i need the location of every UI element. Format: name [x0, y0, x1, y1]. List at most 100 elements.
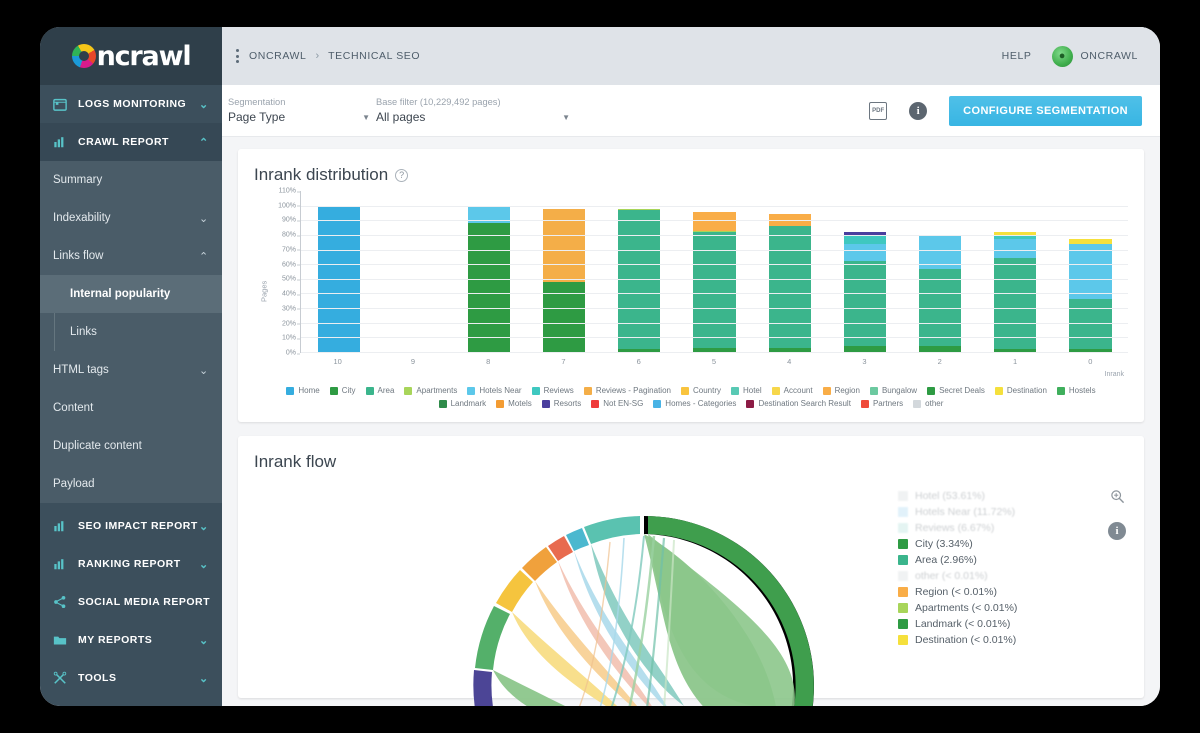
chevron-up-icon[interactable]: ⌃ [199, 250, 209, 263]
configure-segmentation-button[interactable]: CONFIGURE SEGMENTATION [949, 95, 1142, 126]
legend-item[interactable]: Area [365, 386, 394, 395]
chevron-down-icon[interactable]: ⌄ [199, 558, 209, 571]
chevron-up-icon[interactable]: ⌃ [199, 136, 209, 149]
sidebar-section-seo-impact-report[interactable]: SEO IMPACT REPORT ⌄ [40, 507, 222, 545]
chord-legend-item[interactable]: Area (2.96%) [898, 554, 1128, 566]
stacked-bar[interactable] [919, 191, 962, 352]
sidebar-item-html-tags[interactable]: HTML tags ⌄ [40, 351, 222, 389]
app-logo[interactable]: ncrawl [40, 27, 222, 85]
chord-legend-item[interactable]: Region (< 0.01%) [898, 586, 1128, 598]
sidebar-section-social-media-report[interactable]: SOCIAL MEDIA REPORT [40, 583, 222, 621]
bar-group[interactable] [301, 191, 376, 352]
sidebar-section-logs-monitoring[interactable]: LOGS MONITORING ⌄ [40, 85, 222, 123]
stacked-bar[interactable] [317, 191, 360, 352]
legend-item[interactable]: Motels [496, 399, 532, 408]
legend-item[interactable]: Resorts [541, 399, 581, 408]
bar-group[interactable] [677, 191, 752, 352]
legend-item[interactable]: Homes - Categories [653, 399, 736, 408]
segmentation-select[interactable]: Page Type ▼ [228, 110, 376, 124]
sidebar-section-ranking-report[interactable]: RANKING REPORT ⌄ [40, 545, 222, 583]
bar-group[interactable] [1053, 191, 1128, 352]
base-filter-field[interactable]: Base filter (10,229,492 pages) All pages… [376, 97, 576, 124]
base-filter-select[interactable]: All pages ▼ [376, 110, 576, 124]
bar-segment[interactable] [843, 261, 886, 347]
legend-item[interactable]: Country [680, 386, 721, 395]
bar-segment[interactable] [1069, 299, 1112, 350]
stacked-bar[interactable] [843, 191, 886, 352]
stacked-bar[interactable] [994, 191, 1037, 352]
bar-group[interactable] [752, 191, 827, 352]
bar-segment[interactable] [467, 223, 511, 352]
chord-legend-item[interactable]: City (3.34%) [898, 538, 1128, 550]
bar-segment[interactable] [543, 281, 586, 352]
sidebar-item-payload[interactable]: Payload [40, 465, 222, 503]
sidebar-item-summary[interactable]: Summary [40, 161, 222, 199]
legend-item[interactable]: Apartments [404, 386, 457, 395]
sidebar-section-tools[interactable]: TOOLS ⌄ [40, 659, 222, 697]
sidebar-section-my-reports[interactable]: MY REPORTS ⌄ [40, 621, 222, 659]
chord-legend-item[interactable]: Apartments (< 0.01%) [898, 602, 1128, 614]
info-icon[interactable]: i [1108, 522, 1126, 540]
chevron-down-icon[interactable]: ⌄ [199, 634, 209, 647]
segmentation-field[interactable]: Segmentation Page Type ▼ [228, 97, 376, 124]
chevron-down-icon[interactable]: ⌄ [199, 98, 209, 111]
sidebar-section-crawl-report[interactable]: CRAWL REPORT ⌃ [40, 123, 222, 161]
legend-item[interactable]: Partners [860, 399, 903, 408]
sidebar-item-indexability[interactable]: Indexability ⌄ [40, 199, 222, 237]
bar-group[interactable] [451, 191, 526, 352]
legend-item[interactable]: Hostels [1056, 386, 1096, 395]
chevron-down-icon[interactable]: ⌄ [199, 364, 209, 377]
bar-segment[interactable] [1069, 243, 1112, 300]
sidebar-item-internal-popularity[interactable]: Internal popularity [40, 275, 222, 313]
stacked-bar[interactable] [543, 191, 586, 352]
chord-legend-item[interactable]: other (< 0.01%) [898, 570, 1128, 582]
stacked-bar[interactable] [693, 191, 736, 352]
chord-legend-item[interactable]: Hotels Near (11.72%) [898, 506, 1128, 518]
breadcrumb-current[interactable]: TECHNICAL SEO [328, 50, 420, 62]
chevron-down-icon[interactable]: ⌄ [199, 212, 209, 225]
stacked-bar[interactable] [393, 191, 435, 352]
chord-legend-item[interactable]: Landmark (< 0.01%) [898, 618, 1128, 630]
legend-item[interactable]: Region [822, 386, 860, 395]
zoom-in-icon[interactable] [1109, 488, 1125, 504]
legend-item[interactable]: Hotels Near [467, 386, 522, 395]
chevron-down-icon[interactable]: ⌄ [199, 520, 209, 533]
bar-group[interactable] [978, 191, 1053, 352]
bar-group[interactable] [527, 191, 602, 352]
stacked-bar[interactable] [467, 191, 511, 352]
sidebar-item-links[interactable]: Links [40, 313, 222, 351]
legend-item[interactable]: Reviews [531, 386, 574, 395]
chevron-down-icon[interactable]: ⌄ [199, 672, 209, 685]
legend-item[interactable]: Home [286, 386, 320, 395]
bar-segment[interactable] [994, 258, 1037, 350]
bar-group[interactable] [827, 191, 902, 352]
legend-item[interactable]: City [329, 386, 356, 395]
stacked-bar[interactable] [1069, 191, 1112, 352]
legend-item[interactable]: Destination [994, 386, 1047, 395]
info-icon[interactable]: i [909, 101, 928, 120]
bar-segment[interactable] [843, 234, 886, 244]
chord-legend-item[interactable]: Hotel (53.61%) [898, 490, 1128, 502]
legend-item[interactable]: Account [771, 386, 813, 395]
bar-segment[interactable] [768, 226, 811, 348]
user-menu[interactable]: ● ONCRAWL [1051, 45, 1138, 67]
bar-group[interactable] [602, 191, 677, 352]
sidebar-item-content[interactable]: Content [40, 389, 222, 427]
legend-item[interactable]: Hotel [730, 386, 762, 395]
bar-group[interactable] [903, 191, 978, 352]
legend-item[interactable]: Destination Search Result [746, 399, 851, 408]
chord-legend-item[interactable]: Destination (< 0.01%) [898, 634, 1128, 646]
legend-item[interactable]: Secret Deals [927, 386, 985, 395]
legend-item[interactable]: Landmark [438, 399, 486, 408]
bar-segment[interactable] [843, 243, 886, 262]
sidebar-item-links-flow[interactable]: Links flow ⌃ [40, 237, 222, 275]
chord-diagram[interactable] [254, 478, 898, 706]
export-pdf-icon[interactable]: PDF [867, 101, 888, 123]
breadcrumb-root[interactable]: ONCRAWL [249, 50, 306, 62]
legend-item[interactable]: Not EN-SG [591, 399, 643, 408]
stacked-bar[interactable] [768, 191, 811, 352]
bar-group[interactable] [376, 191, 451, 352]
legend-item[interactable]: Bungalow [869, 386, 917, 395]
legend-item[interactable]: other [913, 399, 943, 408]
sidebar-item-duplicate-content[interactable]: Duplicate content [40, 427, 222, 465]
